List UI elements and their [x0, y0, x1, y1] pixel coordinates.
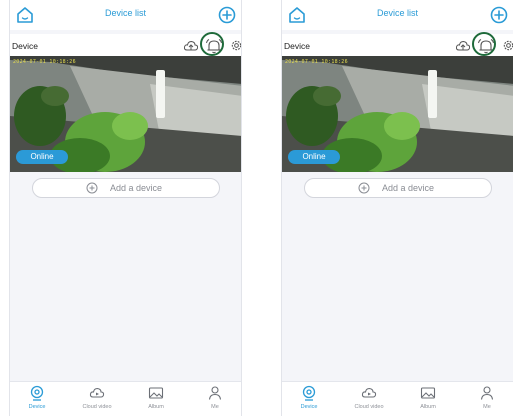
top-bar: Device list — [282, 0, 513, 30]
plus-circle-icon — [358, 182, 370, 194]
top-bar: Device list — [10, 0, 241, 30]
camera-timestamp: 2024-07-01 10:18:26 — [285, 59, 348, 65]
plus-circle-icon — [86, 182, 98, 194]
online-status-badge: Online — [288, 150, 340, 164]
highlight-ring — [472, 32, 496, 56]
phone-screen-right: Device list Device 2024-07-01 10:18:26 O… — [281, 0, 513, 416]
tab-label: Me — [211, 404, 219, 410]
person-icon — [208, 386, 222, 400]
tab-me[interactable]: Me — [190, 385, 240, 410]
tab-device[interactable]: Device — [12, 385, 62, 410]
tab-cloud-video[interactable]: Cloud video — [72, 385, 122, 410]
tab-label: Device — [28, 404, 46, 410]
page-title: Device list — [376, 8, 418, 18]
device-card-header: Device — [282, 32, 513, 56]
tab-label: Me — [483, 404, 491, 410]
cloud-video-icon — [89, 387, 105, 398]
device-name: Device — [284, 41, 310, 51]
add-device-label: Add a device — [110, 183, 163, 193]
device-icon — [302, 385, 316, 401]
bottom-tab-bar: Device Cloud video Album Me — [10, 381, 241, 416]
bottom-tab-bar: Device Cloud video Album Me — [282, 381, 513, 416]
tab-cloud-video[interactable]: Cloud video — [344, 385, 394, 410]
album-icon — [148, 387, 164, 399]
camera-preview[interactable]: 2024-07-01 10:18:26 Online — [282, 56, 513, 172]
tab-album[interactable]: Album — [403, 385, 453, 410]
cloud-storage-icon[interactable] — [183, 38, 199, 54]
tab-label: Album — [148, 404, 164, 410]
phone-screen-left: Device list Device 2024-07-01 10:18:26 O… — [9, 0, 242, 416]
add-device-button[interactable]: Add a device — [304, 178, 492, 198]
camera-preview[interactable]: 2024-07-01 10:18:26 Online — [10, 56, 241, 172]
tab-label: Device — [300, 404, 318, 410]
add-device-label: Add a device — [382, 183, 435, 193]
settings-gear-icon[interactable] — [230, 39, 242, 52]
add-device-plus-icon[interactable] — [217, 5, 237, 25]
highlight-ring — [200, 32, 224, 56]
camera-timestamp: 2024-07-01 10:18:26 — [13, 59, 76, 65]
tab-label: Cloud video — [354, 404, 384, 410]
device-icon — [30, 385, 44, 401]
settings-gear-icon[interactable] — [502, 39, 513, 52]
tab-label: Cloud video — [82, 404, 112, 410]
album-icon — [420, 387, 436, 399]
add-device-button[interactable]: Add a device — [32, 178, 220, 198]
tab-me[interactable]: Me — [462, 385, 512, 410]
online-status-badge: Online — [16, 150, 68, 164]
cloud-storage-icon[interactable] — [455, 38, 471, 54]
tab-label: Album — [420, 404, 436, 410]
device-card-header: Device — [10, 32, 242, 56]
page-title: Device list — [104, 8, 146, 18]
tab-device[interactable]: Device — [284, 385, 334, 410]
device-name: Device — [12, 41, 38, 51]
add-device-plus-icon[interactable] — [489, 5, 509, 25]
cloud-video-icon — [361, 387, 377, 398]
person-icon — [480, 386, 494, 400]
tab-album[interactable]: Album — [131, 385, 181, 410]
